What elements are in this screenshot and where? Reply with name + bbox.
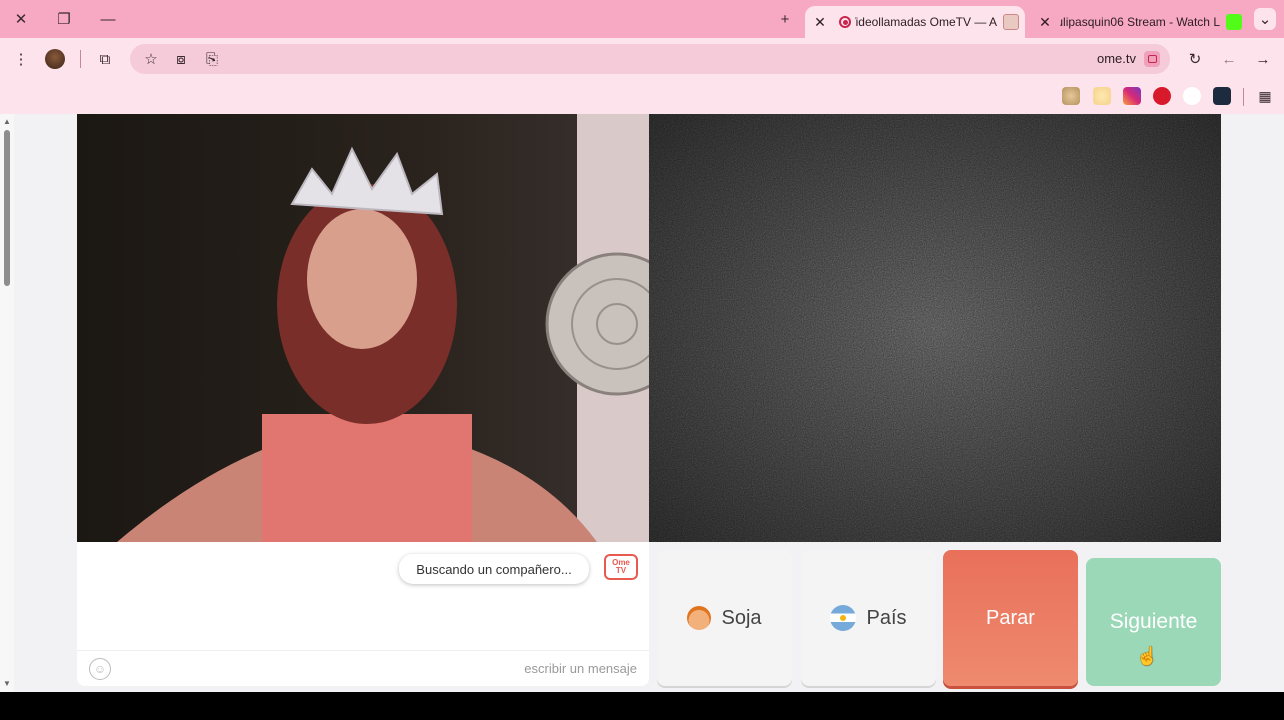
extensions-icon[interactable]: ⧉ <box>94 48 116 70</box>
next-button[interactable]: Siguiente ☝ <box>1086 558 1221 686</box>
tab-search-icon[interactable]: ⧇ <box>170 48 192 70</box>
menu-icon[interactable]: ⋮ <box>10 48 32 70</box>
tab-close-icon[interactable]: ✕ <box>1036 14 1054 31</box>
gender-button[interactable]: Soja <box>657 550 792 686</box>
tab-ometv[interactable]: ✕ Videollamadas OmeTV — A <box>805 6 1025 38</box>
status-message: Buscando un compañero... <box>399 554 589 584</box>
bookmark-icon-4[interactable] <box>1213 87 1231 105</box>
country-button[interactable]: País <box>801 550 936 686</box>
bookmark-icon-3[interactable] <box>1183 87 1201 105</box>
pinterest-icon[interactable] <box>1153 87 1171 105</box>
scrollbar[interactable]: ▲ ▼ <box>0 114 14 692</box>
install-app-icon[interactable]: ⎘ <box>201 48 223 70</box>
message-placeholder: escribir un mensaje <box>524 661 637 676</box>
chat-panel: Buscando un compañero... Ome TV escribir… <box>77 542 649 686</box>
emoji-icon[interactable]: ☺ <box>89 658 111 680</box>
toolbar: ⋮ ⧉ ☆ ⧇ ⎘ ome.tv ↻ ← → <box>0 38 1284 80</box>
bookmark-star-icon[interactable]: ☆ <box>140 48 162 70</box>
recording-icon <box>839 16 851 28</box>
page-content: ▲ ▼ Buscando un compañero... Ome TV escr… <box>0 114 1284 692</box>
apps-grid-icon[interactable]: ▦ <box>1256 87 1274 105</box>
tab-title: julipasquin06 Stream - Watch L <box>1060 15 1220 29</box>
logo-text: Ome TV <box>612 558 630 575</box>
site-info-icon[interactable] <box>1144 51 1160 67</box>
avatar[interactable] <box>45 49 65 69</box>
camera-feed-image <box>117 114 649 542</box>
scroll-thumb[interactable] <box>4 130 10 286</box>
message-input[interactable]: escribir un mensaje ☺ <box>77 650 649 686</box>
partner-camera-view <box>649 114 1221 542</box>
stop-button[interactable]: Parar <box>943 550 1078 686</box>
tab-list-chevron-icon[interactable]: ⌄ <box>1254 8 1276 30</box>
new-tab-icon[interactable]: + <box>774 8 796 30</box>
tab-title: Videollamadas OmeTV — A <box>855 15 997 29</box>
divider <box>1243 88 1244 106</box>
url-text[interactable]: ome.tv <box>1097 51 1136 66</box>
scroll-up-icon[interactable]: ▲ <box>3 118 11 126</box>
forward-icon[interactable]: → <box>1252 48 1274 70</box>
divider <box>80 50 81 68</box>
minimize-window-icon[interactable]: — <box>97 8 119 30</box>
static-noise-image <box>649 114 1221 542</box>
tab-strip: ✕ ❐ — + ✕ Videollamadas OmeTV — A ✕ juli… <box>0 0 1284 38</box>
back-icon[interactable]: ← <box>1218 48 1240 70</box>
stop-label: Parar <box>986 606 1035 629</box>
cursor-icon: ☝ <box>1136 646 1159 666</box>
next-label: Siguiente <box>1109 610 1198 633</box>
browser-window: ✕ ❐ — + ✕ Videollamadas OmeTV — A ✕ juli… <box>0 0 1284 692</box>
self-camera-view <box>77 114 649 542</box>
tab-stream[interactable]: ✕ julipasquin06 Stream - Watch L <box>1030 6 1248 38</box>
reload-icon[interactable]: ↻ <box>1184 48 1206 70</box>
bookmarks-bar: ▦ <box>0 80 1284 114</box>
instagram-icon[interactable] <box>1123 87 1141 105</box>
gender-label: Soja <box>721 606 762 629</box>
country-label: País <box>866 606 907 629</box>
kick-favicon-icon <box>1226 14 1242 30</box>
boy-icon <box>687 606 712 630</box>
close-window-icon[interactable]: ✕ <box>10 8 32 30</box>
bookmark-icon-1[interactable] <box>1062 87 1080 105</box>
tab-close-icon[interactable]: ✕ <box>811 14 829 31</box>
address-bar[interactable]: ☆ ⧇ ⎘ ome.tv <box>130 44 1170 74</box>
ometv-favicon-icon <box>1003 14 1019 30</box>
argentina-flag-icon <box>830 605 857 631</box>
bookmark-icon-2[interactable] <box>1093 87 1111 105</box>
ometv-logo: Ome TV <box>604 554 638 580</box>
scroll-down-icon[interactable]: ▼ <box>3 680 11 688</box>
restore-window-icon[interactable]: ❐ <box>53 8 75 30</box>
